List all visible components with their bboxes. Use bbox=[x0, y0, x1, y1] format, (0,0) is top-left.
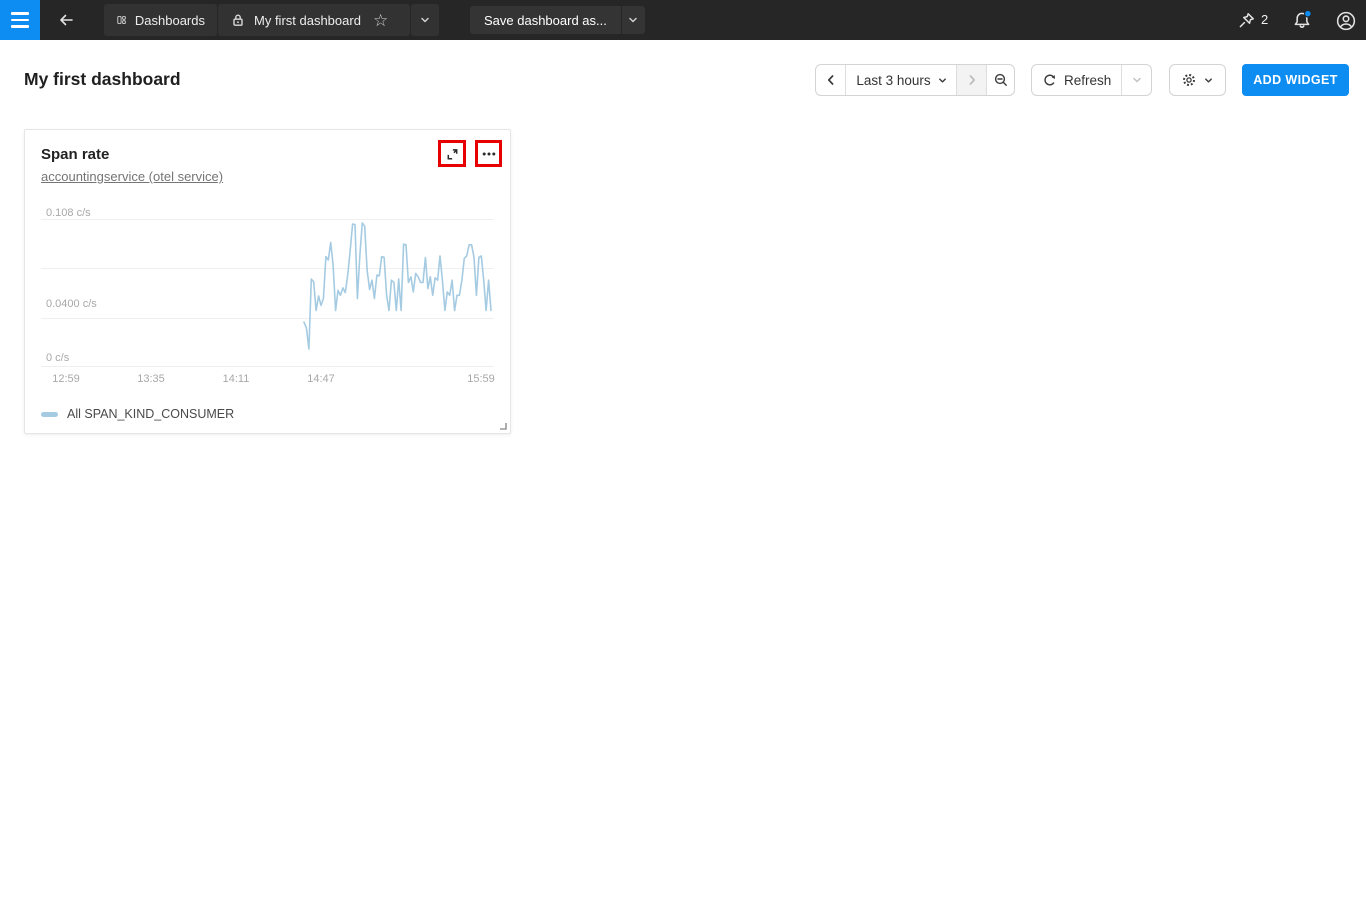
legend-label: All SPAN_KIND_CONSUMER bbox=[67, 407, 234, 421]
span-rate-line bbox=[304, 223, 491, 349]
tab-my-first-dashboard[interactable]: My first dashboard ☆ bbox=[218, 4, 410, 36]
save-dashboard-dropdown-button[interactable] bbox=[621, 6, 645, 34]
dashboard-settings-button[interactable] bbox=[1170, 65, 1225, 95]
save-dashboard-as-label: Save dashboard as... bbox=[484, 13, 607, 28]
x-tick-label: 12:59 bbox=[52, 373, 80, 385]
chart-legend[interactable]: All SPAN_KIND_CONSUMER bbox=[41, 407, 234, 421]
pin-icon bbox=[1237, 11, 1256, 30]
chevron-down-icon bbox=[627, 14, 639, 26]
user-menu-button[interactable] bbox=[1334, 9, 1357, 32]
bell-icon bbox=[1291, 9, 1313, 31]
tab-dashboards[interactable]: Dashboards bbox=[104, 4, 217, 36]
x-tick-label: 14:47 bbox=[307, 373, 335, 385]
settings-group bbox=[1169, 64, 1226, 96]
notifications-button[interactable] bbox=[1290, 8, 1314, 32]
ellipsis-icon bbox=[481, 146, 497, 162]
page-title: My first dashboard bbox=[24, 69, 181, 90]
x-tick-label: 14:11 bbox=[223, 373, 250, 385]
chevron-down-icon bbox=[1131, 74, 1143, 86]
zoom-out-button[interactable] bbox=[986, 65, 1014, 95]
widget-options-button[interactable] bbox=[481, 146, 497, 162]
refresh-icon bbox=[1042, 73, 1057, 88]
time-range-group: Last 3 hours bbox=[815, 64, 1015, 96]
expand-widget-button[interactable] bbox=[444, 146, 460, 162]
star-icon[interactable]: ☆ bbox=[373, 12, 388, 29]
save-dashboard-group: Save dashboard as... bbox=[470, 6, 645, 34]
lock-icon bbox=[230, 12, 246, 28]
x-tick-label: 13:35 bbox=[137, 373, 165, 385]
annotation-box-ellipsis bbox=[475, 140, 502, 167]
tab-my-first-dashboard-label: My first dashboard bbox=[254, 13, 361, 28]
pin-count-badge: 2 bbox=[1261, 12, 1268, 27]
gear-icon bbox=[1181, 72, 1197, 88]
save-dashboard-as-button[interactable]: Save dashboard as... bbox=[470, 6, 621, 34]
expand-icon bbox=[444, 146, 460, 162]
refresh-dropdown-button[interactable] bbox=[1121, 65, 1151, 95]
refresh-label: Refresh bbox=[1064, 73, 1111, 88]
back-arrow-icon bbox=[57, 11, 75, 29]
chevron-right-icon bbox=[965, 73, 979, 87]
x-tick-label: 15:59 bbox=[467, 373, 495, 385]
time-back-button[interactable] bbox=[816, 65, 845, 95]
widget-title: Span rate bbox=[41, 146, 109, 163]
dashboards-grid-icon bbox=[116, 11, 127, 29]
legend-swatch bbox=[41, 412, 58, 417]
chevron-left-icon bbox=[824, 73, 838, 87]
tab-dashboards-label: Dashboards bbox=[135, 13, 205, 28]
pin-button[interactable] bbox=[1234, 8, 1258, 32]
time-range-value: Last 3 hours bbox=[856, 73, 930, 88]
hamburger-menu-button[interactable] bbox=[0, 0, 40, 40]
annotation-box-expand bbox=[438, 140, 466, 167]
span-rate-widget[interactable]: Span rate accountingservice (otel servic… bbox=[24, 129, 511, 434]
time-forward-button[interactable] bbox=[956, 65, 986, 95]
chevron-down-icon bbox=[1203, 75, 1214, 86]
back-button[interactable] bbox=[52, 6, 80, 34]
top-bar: Dashboards My first dashboard ☆ Save das… bbox=[0, 0, 1366, 40]
resize-corner-icon bbox=[499, 422, 507, 430]
refresh-button[interactable]: Refresh bbox=[1032, 65, 1121, 95]
widget-subtitle-link[interactable]: accountingservice (otel service) bbox=[41, 169, 223, 184]
widget-resize-handle[interactable] bbox=[499, 422, 507, 430]
notification-dot bbox=[1305, 10, 1312, 17]
refresh-group: Refresh bbox=[1031, 64, 1152, 96]
span-rate-chart[interactable] bbox=[41, 190, 494, 375]
tab-overflow-button[interactable] bbox=[411, 4, 439, 36]
avatar-icon bbox=[1335, 10, 1357, 32]
chevron-down-icon bbox=[419, 14, 431, 26]
time-range-select[interactable]: Last 3 hours bbox=[845, 65, 956, 95]
chevron-down-icon bbox=[937, 75, 948, 86]
zoom-out-icon bbox=[993, 72, 1009, 88]
add-widget-button[interactable]: ADD WIDGET bbox=[1242, 64, 1349, 96]
